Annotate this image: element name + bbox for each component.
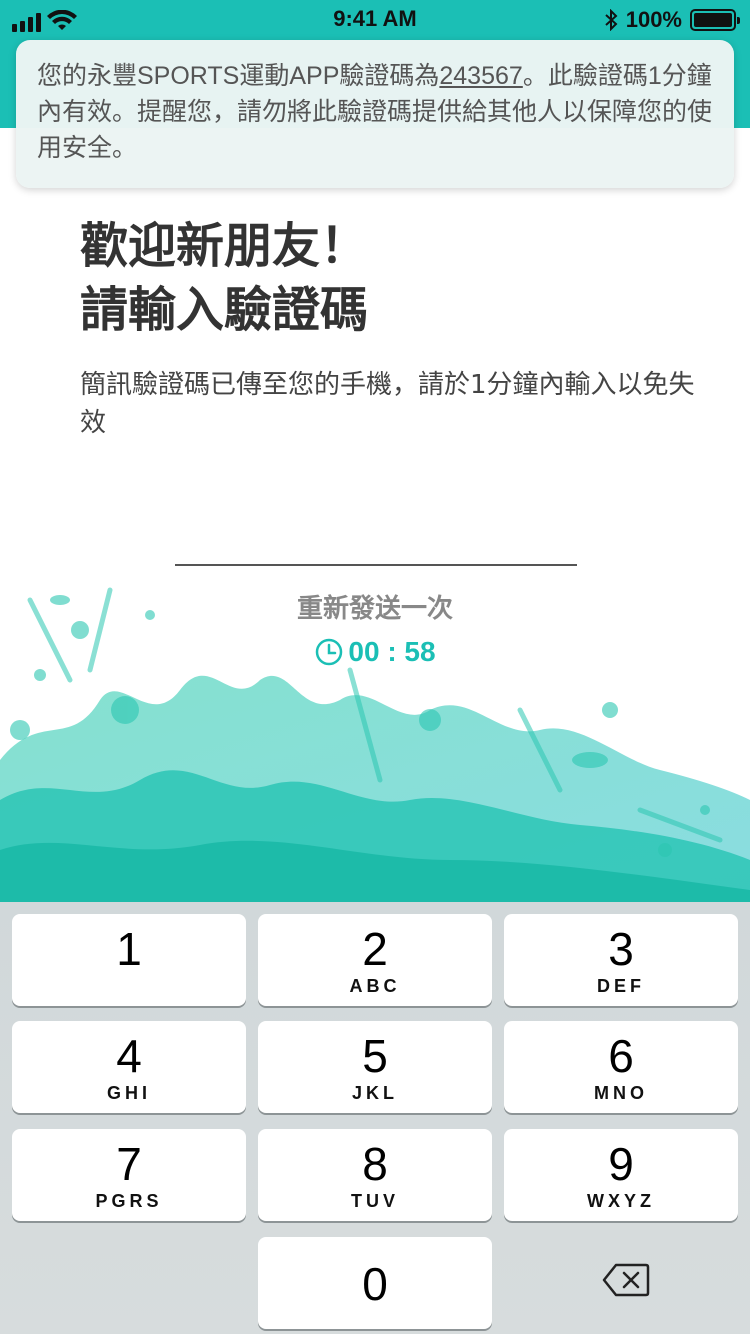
key-number: 7 xyxy=(116,1138,142,1190)
key-number: 1 xyxy=(116,923,142,975)
title-line-2: 請輸入驗證碼 xyxy=(80,282,369,338)
resend-button[interactable]: 重新發送一次 xyxy=(0,588,750,625)
title-line-1: 歡迎新朋友！ xyxy=(80,218,369,274)
clock-icon xyxy=(316,638,343,666)
status-bar: 9:41 AM 100% xyxy=(0,0,750,40)
battery-icon xyxy=(690,9,740,31)
verification-code-link[interactable]: 243567 xyxy=(439,62,522,90)
key-4[interactable]: 4 GHI xyxy=(12,1021,246,1113)
key-number: 0 xyxy=(362,1258,388,1310)
key-5[interactable]: 5 JKL xyxy=(258,1021,492,1113)
key-letters: DEF xyxy=(597,976,645,996)
status-right: 100% xyxy=(604,7,740,33)
page-title: 歡迎新朋友！ 請輸入驗證碼 xyxy=(80,214,368,342)
battery-percent: 100% xyxy=(625,7,682,32)
key-number: 6 xyxy=(608,1030,634,1082)
key-number: 3 xyxy=(608,923,634,975)
key-1[interactable]: 1 xyxy=(12,914,246,1006)
key-2[interactable]: 2 ABC xyxy=(258,914,492,1006)
key-number: 2 xyxy=(362,923,388,975)
key-3[interactable]: 3 DEF xyxy=(504,914,738,1006)
key-letters: GHI xyxy=(106,1083,151,1103)
delete-key[interactable] xyxy=(590,1258,662,1302)
countdown-timer: 00 : 58 xyxy=(0,636,750,668)
key-7[interactable]: 7 PGRS xyxy=(12,1129,246,1221)
key-letters: PGRS xyxy=(95,1191,163,1211)
key-letters: MNO xyxy=(594,1083,648,1103)
key-0[interactable]: 0 xyxy=(258,1237,492,1329)
code-input-underline[interactable] xyxy=(175,564,577,566)
notification-text: 您的永豐SPORTS運動APP驗證碼為243567。此驗證碼1分鐘內有效。提醒您… xyxy=(37,58,714,166)
key-letters: ABC xyxy=(349,976,401,996)
key-number: 8 xyxy=(362,1138,388,1190)
key-number: 5 xyxy=(362,1030,388,1082)
key-8[interactable]: 8 TUV xyxy=(258,1129,492,1221)
sms-notification[interactable]: 您的永豐SPORTS運動APP驗證碼為243567。此驗證碼1分鐘內有效。提醒您… xyxy=(16,40,734,188)
key-letters: WXYZ xyxy=(587,1191,655,1211)
page-subtitle: 簡訊驗證碼已傳至您的手機，請於1分鐘內輸入以免失效 xyxy=(80,370,695,438)
notification-text-before: 您的永豐SPORTS運動APP驗證碼為 xyxy=(37,62,440,90)
key-9[interactable]: 9 WXYZ xyxy=(504,1129,738,1221)
key-number: 9 xyxy=(608,1138,634,1190)
key-number: 4 xyxy=(116,1030,142,1082)
key-letters: JKL xyxy=(351,1083,398,1103)
delete-backspace-icon xyxy=(602,1263,650,1297)
countdown-value: 00 : 58 xyxy=(348,636,436,667)
key-letters: TUV xyxy=(351,1191,399,1211)
key-6[interactable]: 6 MNO xyxy=(504,1021,738,1113)
bluetooth-icon xyxy=(605,9,618,31)
